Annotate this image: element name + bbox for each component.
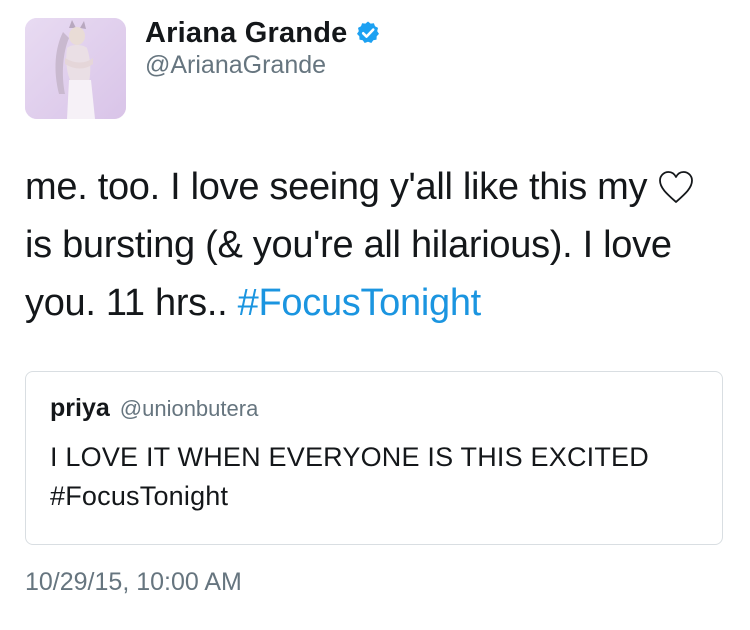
avatar-image [25,18,126,119]
quoted-tweet[interactable]: priya @unionbutera I LOVE IT WHEN EVERYO… [25,371,723,545]
quoted-author-handle: @unionbutera [119,396,259,421]
verified-badge-icon [355,20,381,46]
hashtag-link[interactable]: #FocusTonight [238,282,482,324]
quoted-author-name: priya [50,394,110,422]
avatar[interactable] [25,18,126,119]
author-display-name[interactable]: Ariana Grande [145,17,347,50]
author-name-row: Ariana Grande [145,14,381,52]
tweet-timestamp[interactable]: 10/29/15, 10:00 AM [25,568,242,597]
quoted-tweet-header: priya @unionbutera [50,394,258,423]
tweet-card: Ariana Grande @ArianaGrande me. too. I l… [0,0,750,630]
author-handle[interactable]: @ArianaGrande [145,51,326,80]
heart-outline-icon [657,164,695,203]
tweet-text: me. too. I love seeing y'all like this m… [25,158,730,332]
quoted-tweet-text: I LOVE IT WHEN EVERYONE IS THIS EXCITED … [50,442,649,511]
tweet-text-part1: me. too. I love seeing y'all like this m… [25,166,648,208]
